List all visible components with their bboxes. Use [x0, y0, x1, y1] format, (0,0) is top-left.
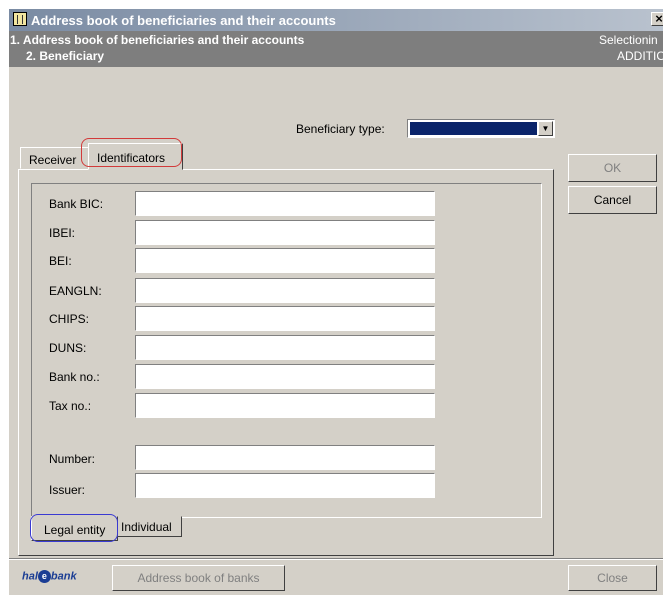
- beneficiary-type-label: Beneficiary type:: [296, 122, 385, 136]
- logo-text-post: bank: [50, 570, 77, 583]
- ibei-field[interactable]: [135, 220, 435, 245]
- eangln-label: EANGLN:: [49, 284, 102, 298]
- chips-label: CHIPS:: [49, 312, 90, 326]
- window-close-button[interactable]: ×: [651, 12, 663, 26]
- tab-individual[interactable]: Individual: [116, 516, 182, 537]
- address-book-of-banks-button[interactable]: Address book of banks: [112, 565, 285, 591]
- tab-legal-entity[interactable]: Legal entity: [31, 516, 118, 541]
- bank-bic-field[interactable]: [135, 191, 435, 216]
- bank-bic-label: Bank BIC:: [49, 197, 104, 211]
- beneficiary-type-value: [410, 122, 537, 135]
- tab-receiver[interactable]: Receiver: [20, 147, 90, 169]
- mode-value: ADDITION: [617, 49, 663, 63]
- beneficiary-type-select[interactable]: ▼: [407, 119, 555, 138]
- tax-no-label: Tax no.:: [49, 399, 92, 413]
- ibei-label: IBEI:: [49, 226, 76, 240]
- issuer-label: Issuer:: [49, 483, 86, 497]
- tab-identificators[interactable]: Identificators: [88, 143, 183, 170]
- number-label: Number:: [49, 452, 96, 466]
- bank-no-label: Bank no.:: [49, 370, 100, 384]
- duns-label: DUNS:: [49, 341, 87, 355]
- cancel-button[interactable]: Cancel: [568, 186, 657, 214]
- chevron-down-icon[interactable]: ▼: [538, 121, 553, 136]
- logo-mark: e: [37, 570, 51, 583]
- address-book-icon: [13, 12, 27, 26]
- mode-label: Selectionin: [599, 33, 658, 47]
- number-field[interactable]: [135, 445, 435, 470]
- halkbank-logo: hal e bank: [22, 570, 82, 586]
- title-bar: Address book of beneficiaries and their …: [9, 9, 663, 31]
- window-title: Address book of beneficiaries and their …: [31, 13, 336, 28]
- breadcrumb-header: 1. Address book of beneficiaries and the…: [9, 31, 663, 67]
- ok-button[interactable]: OK: [568, 154, 657, 182]
- tax-no-field[interactable]: [135, 393, 435, 418]
- footer-divider: [9, 558, 663, 560]
- logo-text-pre: hal: [22, 570, 38, 583]
- duns-field[interactable]: [135, 335, 435, 360]
- chips-field[interactable]: [135, 306, 435, 331]
- bei-field[interactable]: [135, 248, 435, 273]
- bei-label: BEI:: [49, 254, 72, 268]
- breadcrumb-level-1: 1. Address book of beneficiaries and the…: [10, 33, 305, 47]
- close-button[interactable]: Close: [568, 565, 657, 591]
- bank-no-field[interactable]: [135, 364, 435, 389]
- dialog-window: Address book of beneficiaries and their …: [9, 9, 663, 595]
- issuer-field[interactable]: [135, 473, 435, 498]
- breadcrumb-level-2: 2. Beneficiary: [26, 49, 105, 63]
- eangln-field[interactable]: [135, 278, 435, 303]
